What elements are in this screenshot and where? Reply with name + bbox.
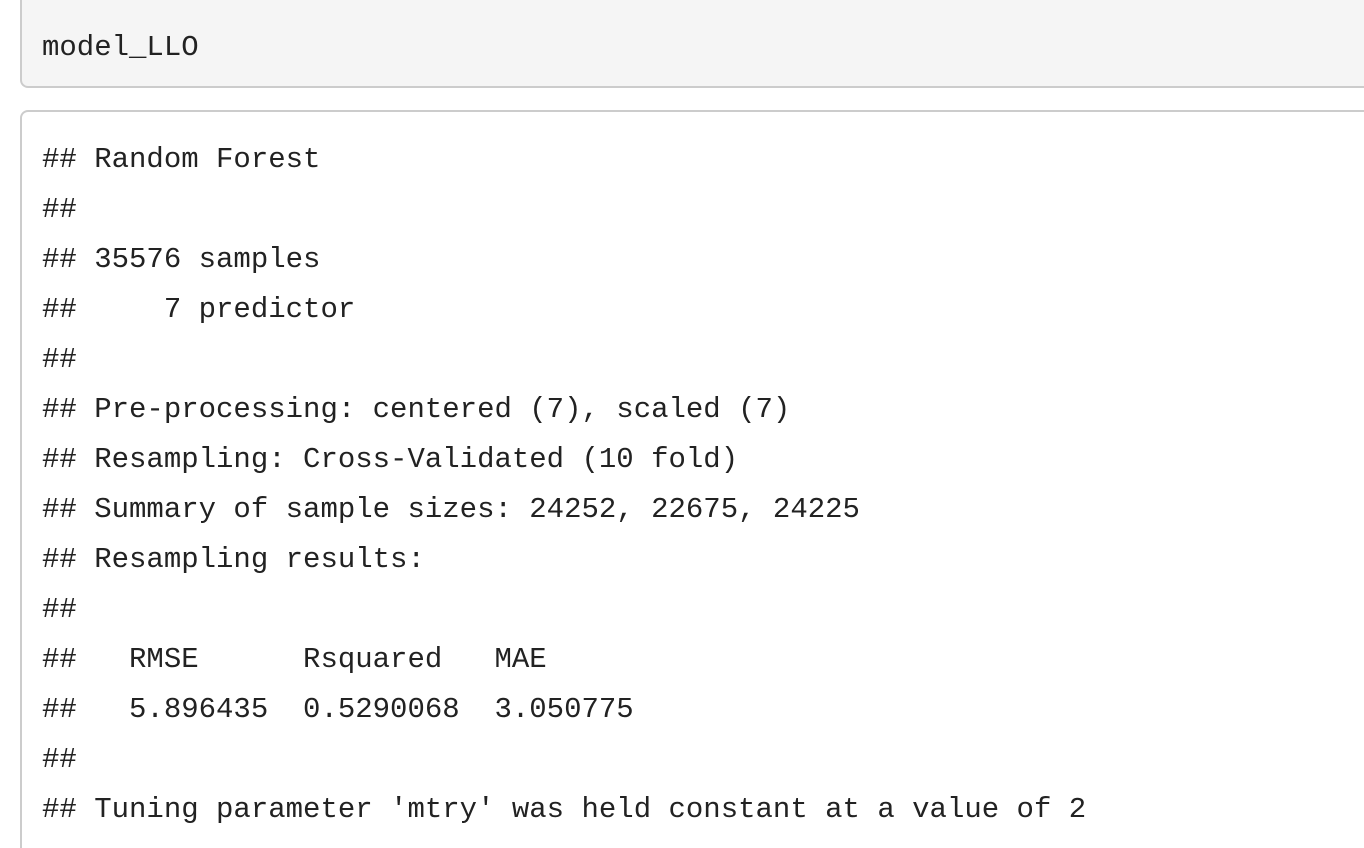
output-line: ## 5.896435 0.5290068 3.050775 [42, 693, 634, 726]
output-line: ## Random Forest [42, 143, 321, 176]
output-line: ## 35576 samples [42, 243, 321, 276]
output-line: ## [42, 343, 77, 376]
output-lines: ## Random Forest ## ## 35576 samples ## … [42, 140, 1086, 840]
code-input-text: model_LLO [42, 31, 199, 64]
output-line: ## 7 predictor [42, 293, 356, 326]
output-line: ## Resampling: Cross-Validated (10 fold) [42, 443, 739, 476]
output-line: ## [42, 593, 77, 626]
code-input-cell[interactable]: model_LLO [20, 0, 1364, 88]
output-line: ## [42, 193, 77, 226]
output-line: ## Tuning parameter 'mtry' was held cons… [42, 793, 1087, 826]
output-line: ## Summary of sample sizes: 24252, 22675… [42, 493, 860, 526]
output-line: ## RMSE Rsquared MAE [42, 643, 547, 676]
output-line: ## Pre-processing: centered (7), scaled … [42, 393, 791, 426]
output-line: ## Resampling results: [42, 543, 425, 576]
code-output-cell: ## Random Forest ## ## 35576 samples ## … [20, 110, 1364, 848]
output-line: ## [42, 743, 77, 776]
